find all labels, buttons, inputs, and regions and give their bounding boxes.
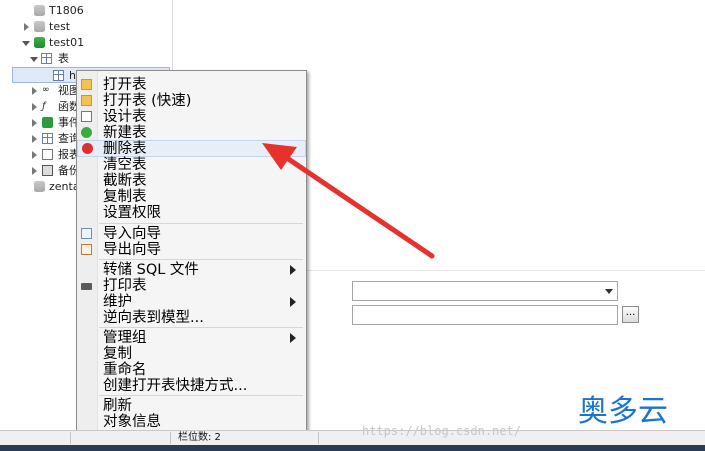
tree-item-functions[interactable]: ƒ 函数 [32, 99, 77, 115]
expand-arrow-icon[interactable] [32, 103, 37, 111]
menu-separator [99, 259, 303, 260]
expand-arrow-icon[interactable] [32, 87, 37, 95]
menu-separator [99, 327, 303, 328]
import-wizard-icon [81, 228, 92, 239]
menu-item-create-shortcut[interactable]: 创建打开表快捷方式... [77, 378, 306, 394]
menu-separator [99, 395, 303, 396]
database-icon [34, 5, 45, 16]
column-count: 栏位数: 2 [178, 432, 221, 443]
queries-icon [42, 133, 53, 144]
menu-item-set-permissions[interactable]: 设置权限 [77, 205, 306, 221]
open-table-fast-icon [81, 95, 92, 106]
events-icon [42, 117, 53, 128]
functions-icon: ƒ [42, 101, 46, 112]
chevron-down-icon[interactable] [605, 289, 613, 294]
backups-icon [42, 165, 53, 176]
tree-item-backups[interactable]: 备份 [32, 163, 77, 179]
browse-button[interactable]: ... [622, 306, 639, 323]
tree-item-test[interactable]: test [24, 19, 170, 35]
value-field[interactable] [352, 305, 618, 325]
brand-watermark: 奥多云 [578, 394, 668, 429]
menu-item-empty-table[interactable]: 清空表 [77, 157, 306, 173]
menu-item-export-wizard[interactable]: 导出向导 [77, 242, 306, 258]
tables-folder-icon [41, 53, 52, 64]
database-icon [34, 21, 45, 32]
expand-arrow-icon[interactable] [24, 23, 29, 31]
expand-arrow-icon[interactable] [32, 151, 37, 159]
url-watermark: https://blog.csdn.net/ [362, 424, 521, 438]
collapse-arrow-icon[interactable] [22, 41, 30, 46]
expand-arrow-icon[interactable] [32, 119, 37, 127]
expand-arrow-icon[interactable] [32, 167, 37, 175]
open-table-icon [81, 79, 92, 90]
tree-item-test01[interactable]: test01 [22, 35, 170, 51]
tree-item-tables[interactable]: 表 [30, 51, 170, 67]
menu-item-open-table[interactable]: 打开表 [77, 77, 306, 93]
menu-item-refresh[interactable]: 刷新 [77, 398, 306, 414]
taskbar [0, 445, 705, 451]
reports-icon [42, 149, 53, 160]
menu-item-copy[interactable]: 复制 [77, 346, 306, 362]
status-bar: 栏位数: 2 [0, 430, 705, 445]
menu-item-truncate-table[interactable]: 截断表 [77, 173, 306, 189]
tree-item-reports[interactable]: 报表 [32, 147, 77, 163]
tree-item-queries[interactable]: 查询 [32, 131, 77, 147]
menu-item-object-info[interactable]: 对象信息 [77, 414, 306, 430]
delete-table-icon [82, 143, 93, 154]
design-table-icon [81, 111, 92, 122]
menu-item-dump-sql[interactable]: 转储 SQL 文件 [77, 262, 306, 278]
menu-separator [99, 223, 303, 224]
tree-item-views[interactable]: ∞ 视图 [32, 83, 77, 99]
views-icon: ∞ [42, 85, 50, 95]
export-wizard-icon [81, 244, 92, 255]
tree-item-t1806[interactable]: T1806 [30, 3, 170, 19]
database-icon [34, 37, 45, 48]
submenu-arrow-icon [290, 333, 296, 343]
status-cell [70, 432, 171, 444]
new-table-icon [81, 127, 92, 138]
tree-item-events[interactable]: 事件 [32, 115, 77, 131]
tree-item-zenta[interactable]: zenta [30, 179, 77, 195]
object-combobox[interactable] [352, 281, 618, 301]
menu-item-rename[interactable]: 重命名 [77, 362, 306, 378]
menu-item-new-table[interactable]: 新建表 [77, 125, 306, 141]
table-icon [53, 70, 64, 81]
submenu-arrow-icon [290, 297, 296, 307]
expand-arrow-icon[interactable] [32, 135, 37, 143]
print-icon [81, 283, 92, 290]
menu-item-reverse-to-model[interactable]: 逆向表到模型... [77, 310, 306, 326]
submenu-arrow-icon [290, 265, 296, 275]
status-cell [10, 432, 71, 444]
menu-item-manage-group[interactable]: 管理组 [77, 330, 306, 346]
context-menu: 打开表 打开表 (快速) 设计表 新建表 删除表 清空表 截断表 复制表 设置权… [76, 70, 307, 432]
menu-item-print-table[interactable]: 打印表 [77, 278, 306, 294]
database-icon [34, 181, 45, 192]
menu-item-copy-table[interactable]: 复制表 [77, 189, 306, 205]
menu-item-open-table-fast[interactable]: 打开表 (快速) [77, 93, 306, 109]
menu-item-maintain[interactable]: 维护 [77, 294, 306, 310]
menu-item-import-wizard[interactable]: 导入向导 [77, 226, 306, 242]
menu-item-delete-table[interactable]: 删除表 [77, 140, 306, 157]
menu-item-design-table[interactable]: 设计表 [77, 109, 306, 125]
collapse-arrow-icon[interactable] [30, 57, 38, 62]
